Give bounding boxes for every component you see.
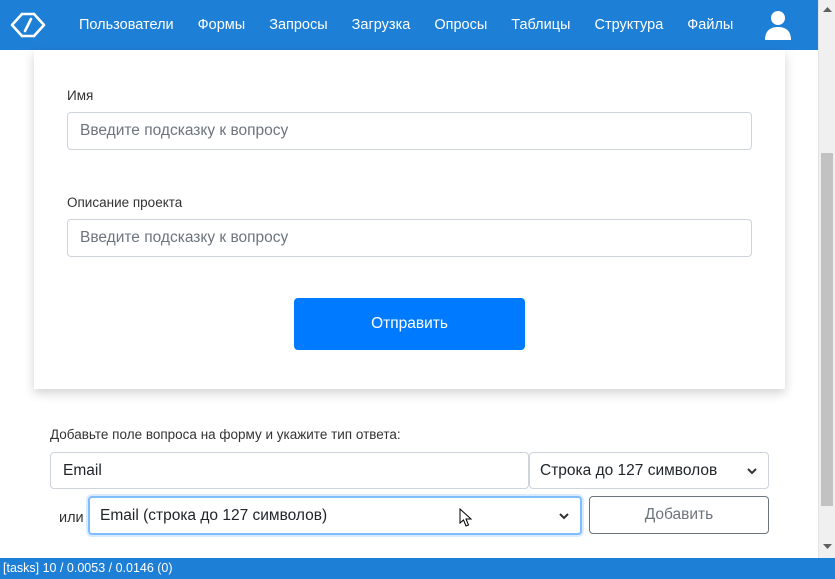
description-label: Описание проекта (67, 195, 183, 210)
form-card: Имя Описание проекта Отправить (34, 50, 785, 389)
submit-button[interactable]: Отправить (294, 298, 525, 350)
question-input[interactable] (50, 452, 529, 489)
nav-item-users[interactable]: Пользователи (67, 17, 186, 33)
name-input[interactable] (67, 112, 752, 150)
chevron-down-icon (747, 467, 757, 474)
page-content: Имя Описание проекта Отправить Добавьте … (0, 50, 818, 558)
status-bar: [tasks] 10 / 0.0053 / 0.0146 (0) (0, 558, 835, 579)
name-label: Имя (67, 88, 94, 103)
nav-item-tables[interactable]: Таблицы (499, 17, 582, 33)
user-icon[interactable] (762, 9, 794, 41)
nav-item-upload[interactable]: Загрузка (340, 17, 423, 33)
top-navbar: Пользователи Формы Запросы Загрузка Опро… (0, 0, 818, 50)
nav-item-surveys[interactable]: Опросы (422, 17, 499, 33)
scrollbar-thumb[interactable] (821, 153, 833, 506)
answer-type-select[interactable]: Строка до 127 символов (529, 452, 769, 489)
chevron-down-icon (559, 512, 569, 519)
add-button[interactable]: Добавить (589, 496, 769, 534)
logo-icon[interactable] (8, 10, 48, 40)
vertical-scrollbar[interactable] (818, 0, 835, 558)
preset-field-value: Email (строка до 127 символов) (100, 506, 328, 524)
preset-field-select[interactable]: Email (строка до 127 символов) (88, 496, 582, 535)
text-cursor-icon (459, 508, 473, 527)
nav-item-files[interactable]: Файлы (675, 17, 745, 33)
nav-item-structure[interactable]: Структура (582, 17, 675, 33)
nav-item-forms[interactable]: Формы (186, 17, 258, 33)
answer-type-value: Строка до 127 символов (540, 461, 718, 479)
nav-item-requests[interactable]: Запросы (257, 17, 339, 33)
description-input[interactable] (67, 219, 752, 257)
scroll-down-arrow-icon[interactable] (819, 538, 835, 555)
scroll-up-arrow-icon[interactable] (819, 0, 835, 17)
main-menu: Пользователи Формы Запросы Загрузка Опро… (67, 0, 745, 50)
or-label: или (59, 510, 84, 526)
add-field-instruction: Добавьте поле вопроса на форму и укажите… (50, 427, 401, 442)
